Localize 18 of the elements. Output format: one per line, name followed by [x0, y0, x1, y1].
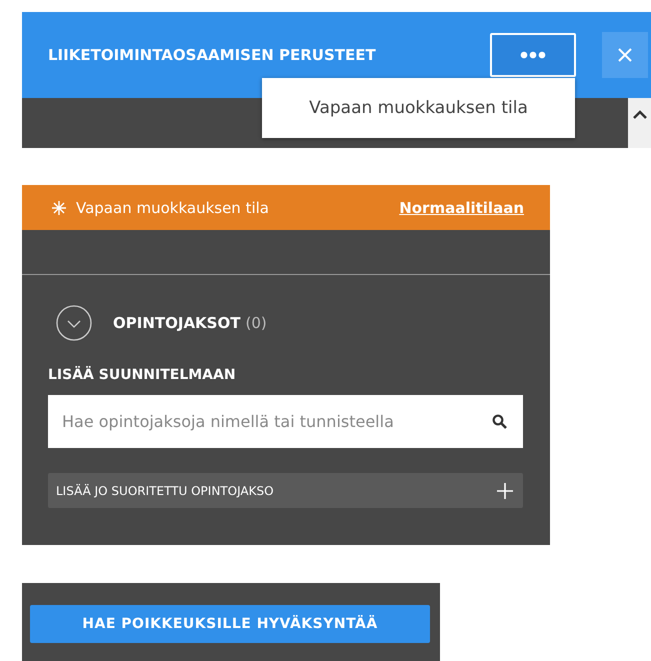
- more-button[interactable]: [490, 33, 576, 77]
- more-icon: [520, 51, 546, 59]
- menu-item[interactable]: Vapaan muokkauksen tila: [309, 98, 528, 118]
- expand-toggle-icon[interactable]: [56, 305, 92, 341]
- close-button[interactable]: [602, 32, 648, 78]
- close-icon: [618, 48, 632, 62]
- caret-up-icon: [632, 110, 646, 119]
- scrollbar[interactable]: [628, 98, 651, 148]
- plus-icon: [497, 482, 513, 498]
- sparkle-icon: [50, 198, 68, 216]
- mode-label: Vapaan muokkauksen tila: [76, 198, 270, 216]
- panel-title: LIIKETOIMINTAOSAAMISEN PERUSTEET: [48, 46, 377, 64]
- section-count: (0): [245, 314, 267, 332]
- add-label: LISÄÄ SUUNNITELMAAN: [48, 367, 237, 383]
- search-field[interactable]: Hae opintojaksoja nimellä tai tunnisteella: [48, 395, 523, 448]
- add-completed-button[interactable]: LISÄÄ JO SUORITETTU OPINTOJAKSO: [48, 473, 523, 508]
- search-icon: [492, 414, 507, 429]
- section-title: OPINTOJAKSOT: [113, 314, 240, 332]
